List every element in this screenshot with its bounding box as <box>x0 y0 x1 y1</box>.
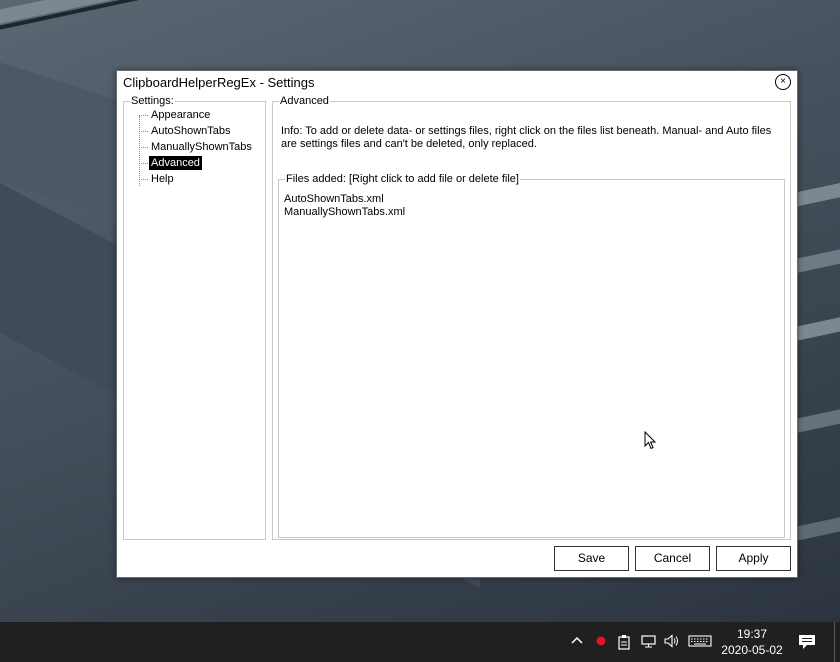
settings-tree-group: Settings: Appearance AutoShownTabs Manua… <box>123 95 266 540</box>
deck-plank <box>0 0 840 66</box>
settings-dialog: ClipboardHelperRegEx - Settings × Settin… <box>116 70 798 578</box>
volume-icon[interactable] <box>664 634 680 652</box>
tree-item-label[interactable]: Appearance <box>149 108 212 122</box>
show-desktop-divider[interactable] <box>834 622 835 662</box>
taskbar: 19:37 2020-05-02 <box>0 622 840 662</box>
tree-connector <box>139 131 148 132</box>
settings-tree-label: Settings: <box>131 95 174 107</box>
file-item[interactable]: AutoShownTabs.xml <box>284 193 384 206</box>
close-button[interactable]: × <box>775 74 791 90</box>
close-icon: × <box>780 76 786 87</box>
deck-plank <box>0 0 840 34</box>
tree-connector <box>139 163 148 164</box>
chevron-up-icon[interactable] <box>570 634 584 652</box>
window-title: ClipboardHelperRegEx - Settings <box>123 75 315 90</box>
tree-connector <box>139 116 140 186</box>
tree-connector <box>139 115 148 116</box>
clipboard-icon[interactable] <box>617 634 631 654</box>
tree-item-label[interactable]: AutoShownTabs <box>149 124 233 138</box>
apply-button[interactable]: Apply <box>716 546 791 571</box>
advanced-group-label: Advanced <box>280 95 329 107</box>
file-item[interactable]: ManuallyShownTabs.xml <box>284 206 405 219</box>
mouse-cursor-icon <box>644 430 657 453</box>
tree-connector <box>139 179 148 180</box>
keyboard-icon[interactable] <box>688 634 712 652</box>
record-icon[interactable] <box>595 634 607 652</box>
notification-icon[interactable] <box>798 634 816 654</box>
save-button[interactable]: Save <box>554 546 629 571</box>
tree-connector <box>139 147 148 148</box>
files-group: Files added: [Right click to add file or… <box>278 173 785 538</box>
taskbar-clock[interactable]: 19:37 2020-05-02 <box>718 626 786 658</box>
files-group-label: Files added: [Right click to add file or… <box>286 173 519 185</box>
tree-item-label[interactable]: Advanced <box>149 156 202 170</box>
clock-time: 19:37 <box>736 627 768 641</box>
cancel-button[interactable]: Cancel <box>635 546 710 571</box>
files-list[interactable]: AutoShownTabs.xml ManuallyShownTabs.xml <box>281 193 780 547</box>
clock-date: 2020-05-02 <box>721 643 783 657</box>
advanced-group: Advanced Info: To add or delete data- or… <box>272 95 791 540</box>
tree-item-label[interactable]: ManuallyShownTabs <box>149 140 254 154</box>
network-icon[interactable] <box>641 634 657 652</box>
title-bar[interactable]: ClipboardHelperRegEx - Settings × <box>117 71 797 95</box>
deck-gap <box>0 0 840 40</box>
info-text: Info: To add or delete data- or settings… <box>281 125 772 150</box>
tree-item-label[interactable]: Help <box>149 172 176 186</box>
deck-gap <box>0 0 840 72</box>
